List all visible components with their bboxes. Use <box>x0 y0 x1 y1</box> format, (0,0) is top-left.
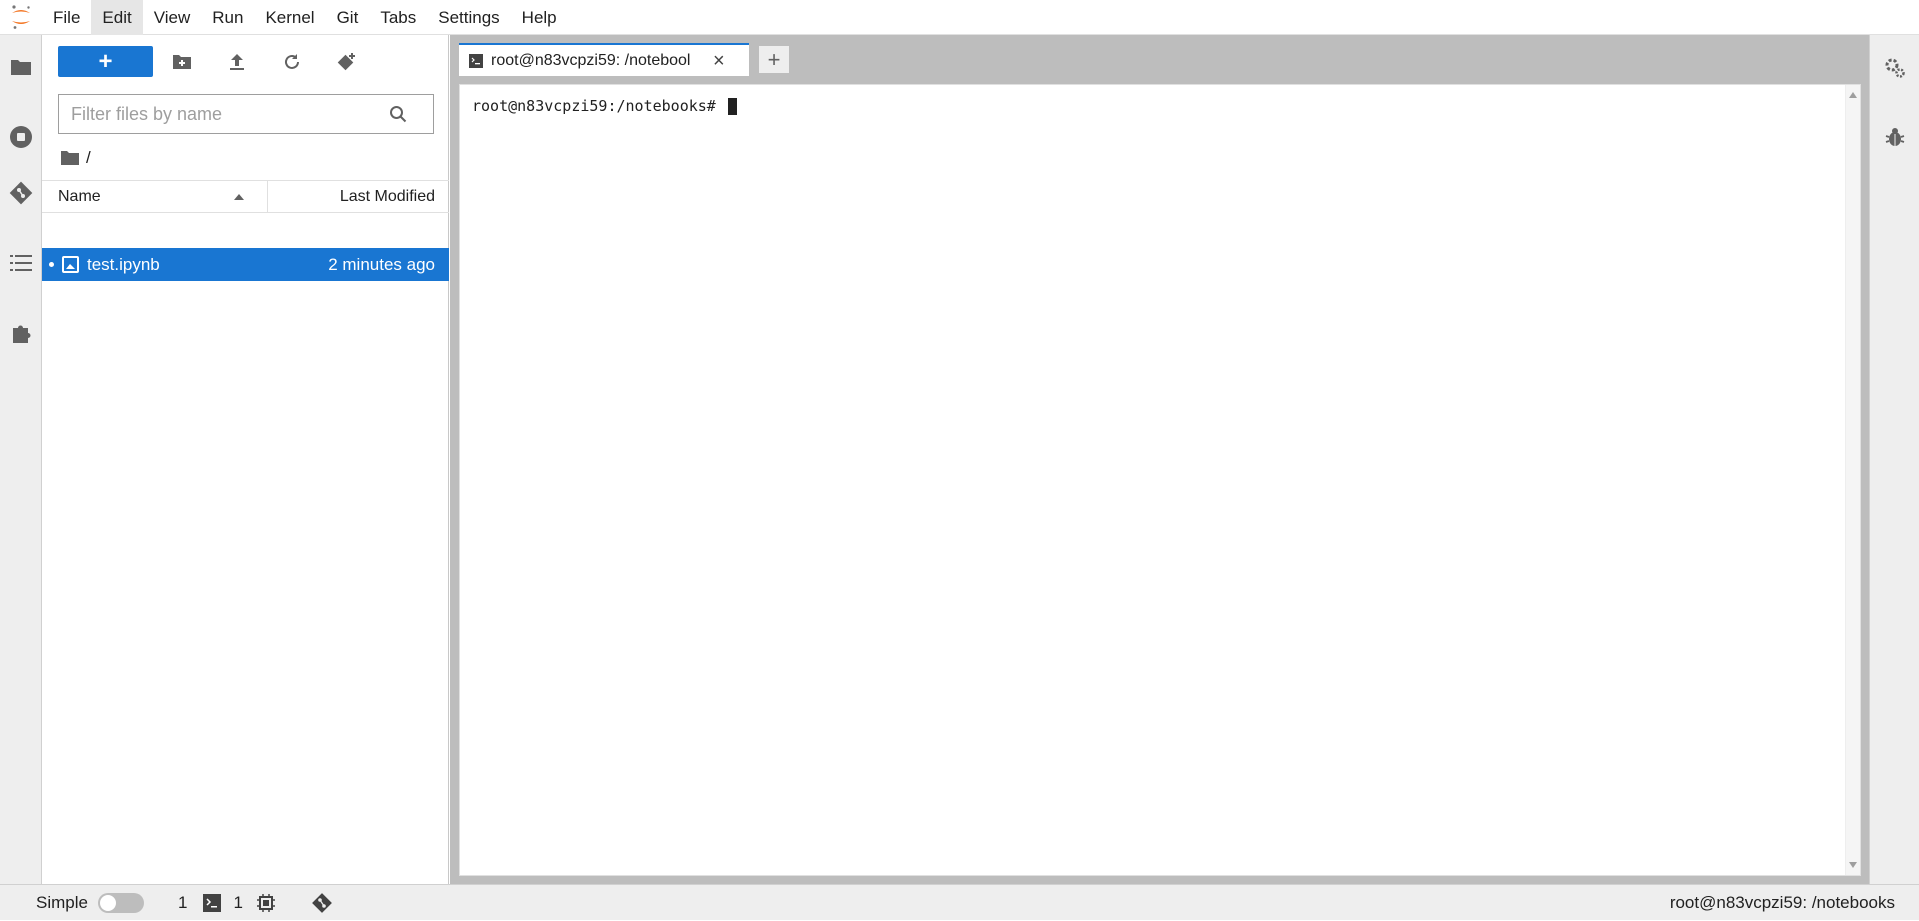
tab-bar: root@n83vcpzi59: /notebool × + <box>450 35 1869 76</box>
tab-label: root@n83vcpzi59: /notebool <box>491 51 691 69</box>
jupyter-logo-icon <box>0 0 42 35</box>
folder-icon[interactable] <box>0 44 42 90</box>
close-tab-icon[interactable]: × <box>713 51 725 71</box>
terminal-scrollbar[interactable] <box>1845 85 1860 875</box>
git-status-icon[interactable] <box>311 892 333 914</box>
git-clone-icon[interactable] <box>329 46 365 77</box>
new-launcher-label: + <box>98 47 113 75</box>
column-modified-label: Last Modified <box>339 187 435 205</box>
add-tab-button[interactable]: + <box>758 45 790 74</box>
breadcrumb-folder-icon[interactable] <box>60 150 80 166</box>
simple-mode-toggle[interactable] <box>97 892 144 913</box>
git-icon[interactable] <box>0 170 42 216</box>
terminal-cursor <box>727 97 737 115</box>
modified-dot-icon <box>49 262 54 267</box>
scroll-down-icon[interactable] <box>1849 862 1857 868</box>
scroll-up-icon[interactable] <box>1849 92 1857 98</box>
breadcrumb: / <box>60 145 91 171</box>
breadcrumb-path[interactable]: / <box>86 148 91 168</box>
menu-git[interactable]: Git <box>326 0 370 35</box>
debugger-icon[interactable] <box>1870 115 1919 161</box>
terminal-line: root@n83vcpzi59:/notebooks# <box>472 97 737 115</box>
menu-edit[interactable]: Edit <box>91 0 143 35</box>
main-dock-area: root@n83vcpzi59: /notebool × + root@n83v… <box>450 35 1869 884</box>
simple-mode-label: Simple <box>36 892 88 912</box>
column-name-label: Name <box>58 187 101 205</box>
menu-run[interactable]: Run <box>201 0 254 35</box>
tab-terminal[interactable]: root@n83vcpzi59: /notebool × <box>459 43 749 76</box>
menu-view[interactable]: View <box>143 0 202 35</box>
kernels-count: 1 <box>177 892 188 912</box>
left-sidebar <box>0 35 42 884</box>
toc-icon[interactable] <box>0 240 42 286</box>
menu-file[interactable]: File <box>42 0 91 35</box>
terminal-panel[interactable]: root@n83vcpzi59:/notebooks# <box>459 84 1861 876</box>
column-header-name[interactable]: Name <box>42 180 268 213</box>
terminals-count: 1 <box>233 892 243 912</box>
sort-ascending-icon <box>233 188 245 206</box>
column-header-modified[interactable]: Last Modified <box>268 180 449 213</box>
file-row[interactable]: test.ipynb 2 minutes ago <box>42 248 449 281</box>
file-modified: 2 minutes ago <box>328 254 435 274</box>
new-launcher-button[interactable]: + <box>58 46 153 77</box>
refresh-icon[interactable] <box>274 46 310 77</box>
kernels-status[interactable]: 1 1 <box>178 893 243 913</box>
file-name: test.ipynb <box>87 254 160 274</box>
right-sidebar <box>1869 35 1919 884</box>
filter-box <box>58 94 434 134</box>
status-bar: Simple 1 1 root@n83vcpzi59: /notebooks <box>0 884 1919 920</box>
file-browser-panel: + / Name Last <box>42 35 449 884</box>
property-inspector-icon[interactable] <box>1870 45 1919 91</box>
new-folder-icon[interactable] <box>164 46 200 77</box>
menu-kernel[interactable]: Kernel <box>254 0 325 35</box>
terminal-prompt: root@n83vcpzi59:/notebooks# <box>472 97 725 115</box>
menu-settings[interactable]: Settings <box>427 0 510 35</box>
cpu-chip-icon[interactable] <box>256 893 275 912</box>
extension-icon[interactable] <box>0 310 42 356</box>
menu-bar: File Edit View Run Kernel Git Tabs Setti… <box>0 0 1919 35</box>
running-icon[interactable] <box>0 114 42 160</box>
terminal-status-icon <box>203 893 222 912</box>
listing-header: Name Last Modified <box>42 180 449 213</box>
filter-files-input[interactable] <box>59 96 389 132</box>
search-icon <box>389 105 407 123</box>
menu-tabs[interactable]: Tabs <box>369 0 427 35</box>
notebook-icon <box>62 256 79 273</box>
status-current-terminal: root@n83vcpzi59: /notebooks <box>1669 893 1895 912</box>
terminal-icon <box>469 53 483 68</box>
upload-icon[interactable] <box>219 46 255 77</box>
menu-help[interactable]: Help <box>511 0 568 35</box>
file-browser-toolbar: + <box>42 35 449 91</box>
